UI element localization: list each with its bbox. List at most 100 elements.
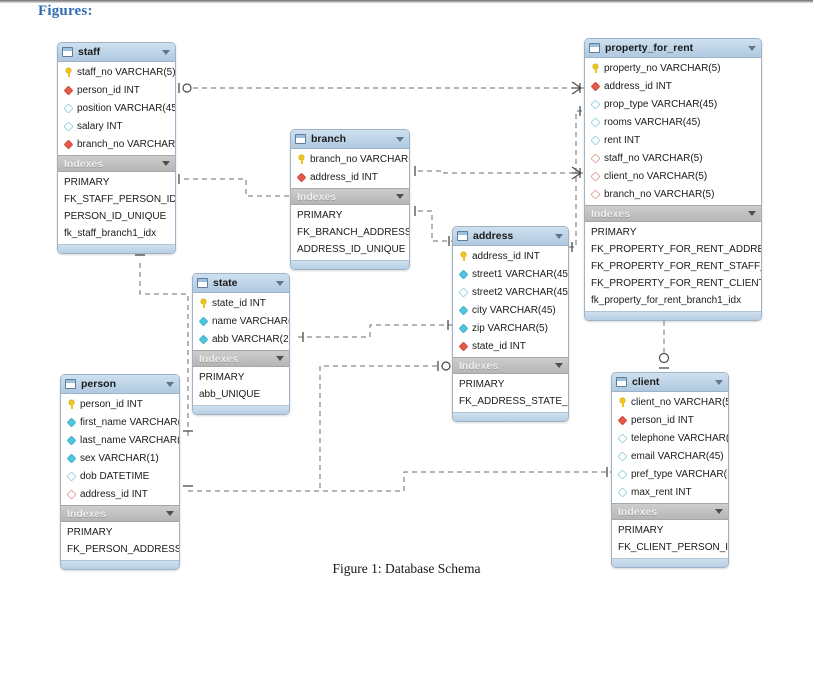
chevron-down-icon[interactable] <box>715 379 723 385</box>
index-row[interactable]: FK_PROPERTY_FOR_RENT_STAFF_IDX <box>585 258 761 275</box>
column-row[interactable]: street2 VARCHAR(45) <box>453 283 568 301</box>
entity-header-state[interactable]: state <box>193 274 289 293</box>
index-row[interactable]: FK_BRANCH_ADDRESS_IDX <box>291 224 409 241</box>
column-row[interactable]: position VARCHAR(45) <box>58 99 175 117</box>
table-icon <box>65 379 76 389</box>
index-row[interactable]: FK_STAFF_PERSON_IDX <box>58 191 175 208</box>
chevron-down-icon[interactable] <box>396 136 404 142</box>
index-row[interactable]: PRIMARY <box>193 369 289 386</box>
chevron-down-icon[interactable] <box>276 280 284 286</box>
column-row[interactable]: abb VARCHAR(2) <box>193 330 289 348</box>
column-row[interactable]: client_no VARCHAR(5) <box>585 167 761 185</box>
chevron-down-icon[interactable] <box>166 511 174 516</box>
column-row[interactable]: last_name VARCHAR(45) <box>61 431 179 449</box>
index-row[interactable]: FK_CLIENT_PERSON_IDX <box>612 539 728 556</box>
entity-table-address[interactable]: address address_id INT street1 VARCHAR(45)… <box>452 226 569 422</box>
index-row[interactable]: FK_ADDRESS_STATE_IDX <box>453 393 568 410</box>
column-row[interactable]: branch_no VARCHAR(5) <box>291 150 409 168</box>
index-row[interactable]: PRIMARY <box>585 224 761 241</box>
indexes-section-header[interactable]: Indexes <box>291 188 409 205</box>
column-row[interactable]: client_no VARCHAR(5) <box>612 393 728 411</box>
index-row[interactable]: PRIMARY <box>61 524 179 541</box>
column-row[interactable]: sex VARCHAR(1) <box>61 449 179 467</box>
column-row[interactable]: email VARCHAR(45) <box>612 447 728 465</box>
chevron-down-icon[interactable] <box>555 233 563 239</box>
entity-table-branch[interactable]: branch branch_no VARCHAR(5) address_id INT… <box>290 129 410 270</box>
column-row[interactable]: person_id INT <box>58 81 175 99</box>
column-row[interactable]: max_rent INT <box>612 483 728 501</box>
entity-table-staff[interactable]: staff staff_no VARCHAR(5) person_id INT pos… <box>57 42 176 254</box>
index-row[interactable]: FK_PERSON_ADDRESS_IDX <box>61 541 179 558</box>
column-row[interactable]: rent INT <box>585 131 761 149</box>
column-row[interactable]: property_no VARCHAR(5) <box>585 59 761 77</box>
chevron-down-icon[interactable] <box>748 211 756 216</box>
column-row[interactable]: prop_type VARCHAR(45) <box>585 95 761 113</box>
chevron-down-icon[interactable] <box>276 356 284 361</box>
entity-table-client[interactable]: client client_no VARCHAR(5) person_id INT t… <box>611 372 729 568</box>
index-row[interactable]: ADDRESS_ID_UNIQUE <box>291 241 409 258</box>
column-row[interactable]: address_id INT <box>291 168 409 186</box>
column-row[interactable]: branch_no VARCHAR(5) <box>585 185 761 203</box>
primary-key-icon <box>459 251 468 261</box>
column-row[interactable]: address_id INT <box>585 77 761 95</box>
chevron-down-icon[interactable] <box>396 194 404 199</box>
entity-header-address[interactable]: address <box>453 227 568 246</box>
index-row[interactable]: PRIMARY <box>453 376 568 393</box>
fk-notnull-column-icon <box>460 342 468 350</box>
index-row[interactable]: PERSON_ID_UNIQUE <box>58 208 175 225</box>
column-label: address_id INT <box>310 171 378 183</box>
entity-table-person[interactable]: person person_id INT first_name VARCHAR(45… <box>60 374 180 570</box>
column-row[interactable]: street1 VARCHAR(45) <box>453 265 568 283</box>
column-row[interactable]: first_name VARCHAR(45) <box>61 413 179 431</box>
index-row[interactable]: FK_PROPERTY_FOR_RENT_CLIENT_IDX <box>585 275 761 292</box>
column-row[interactable]: zip VARCHAR(5) <box>453 319 568 337</box>
column-row[interactable]: branch_no VARCHAR(5) <box>58 135 175 153</box>
chevron-down-icon[interactable] <box>162 49 170 55</box>
index-row[interactable]: PRIMARY <box>612 522 728 539</box>
column-row[interactable]: staff_no VARCHAR(5) <box>58 63 175 81</box>
index-list: PRIMARYFK_BRANCH_ADDRESS_IDXADDRESS_ID_U… <box>291 205 409 260</box>
card-zero-one-address-idx <box>441 361 451 371</box>
index-row[interactable]: FK_PROPERTY_FOR_RENT_ADDRESS_IDX <box>585 241 761 258</box>
column-row[interactable]: name VARCHAR(45) <box>193 312 289 330</box>
entity-header-staff[interactable]: staff <box>58 43 175 62</box>
column-row[interactable]: rooms VARCHAR(45) <box>585 113 761 131</box>
chevron-down-icon[interactable] <box>748 45 756 51</box>
entity-header-branch[interactable]: branch <box>291 130 409 149</box>
chevron-down-icon[interactable] <box>555 363 563 368</box>
entity-header-client[interactable]: client <box>612 373 728 392</box>
indexes-section-header[interactable]: Indexes <box>58 155 175 172</box>
indexes-section-header[interactable]: Indexes <box>612 503 728 520</box>
column-row[interactable]: address_id INT <box>61 485 179 503</box>
column-row[interactable]: staff_no VARCHAR(5) <box>585 149 761 167</box>
index-row[interactable]: PRIMARY <box>58 174 175 191</box>
indexes-section-header[interactable]: Indexes <box>585 205 761 222</box>
column-row[interactable]: person_id INT <box>61 395 179 413</box>
rel-staff-branch <box>184 178 290 197</box>
column-row[interactable]: pref_type VARCHAR(16) <box>612 465 728 483</box>
index-row[interactable]: abb_UNIQUE <box>193 386 289 403</box>
indexes-section-header[interactable]: Indexes <box>193 350 289 367</box>
chevron-down-icon[interactable] <box>166 381 174 387</box>
column-row[interactable]: dob DATETIME <box>61 467 179 485</box>
index-row[interactable]: fk_staff_branch1_idx <box>58 225 175 242</box>
indexes-section-header[interactable]: Indexes <box>453 357 568 374</box>
column-row[interactable]: state_id INT <box>193 294 289 312</box>
column-row[interactable]: address_id INT <box>453 247 568 265</box>
primary-key-icon <box>618 397 627 407</box>
index-row[interactable]: fk_property_for_rent_branch1_idx <box>585 292 761 309</box>
column-row[interactable]: person_id INT <box>612 411 728 429</box>
rel-state-address <box>298 324 452 338</box>
column-row[interactable]: state_id INT <box>453 337 568 355</box>
index-row[interactable]: PRIMARY <box>291 207 409 224</box>
chevron-down-icon[interactable] <box>715 509 723 514</box>
column-row[interactable]: telephone VARCHAR(13) <box>612 429 728 447</box>
entity-header-person[interactable]: person <box>61 375 179 394</box>
column-row[interactable]: salary INT <box>58 117 175 135</box>
entity-table-state[interactable]: state state_id INT name VARCHAR(45) abb VAR… <box>192 273 290 415</box>
indexes-section-header[interactable]: Indexes <box>61 505 179 522</box>
entity-table-property_for_rent[interactable]: property_for_rent property_no VARCHAR(5) a… <box>584 38 762 321</box>
column-row[interactable]: city VARCHAR(45) <box>453 301 568 319</box>
chevron-down-icon[interactable] <box>162 161 170 166</box>
entity-header-property_for_rent[interactable]: property_for_rent <box>585 39 761 58</box>
